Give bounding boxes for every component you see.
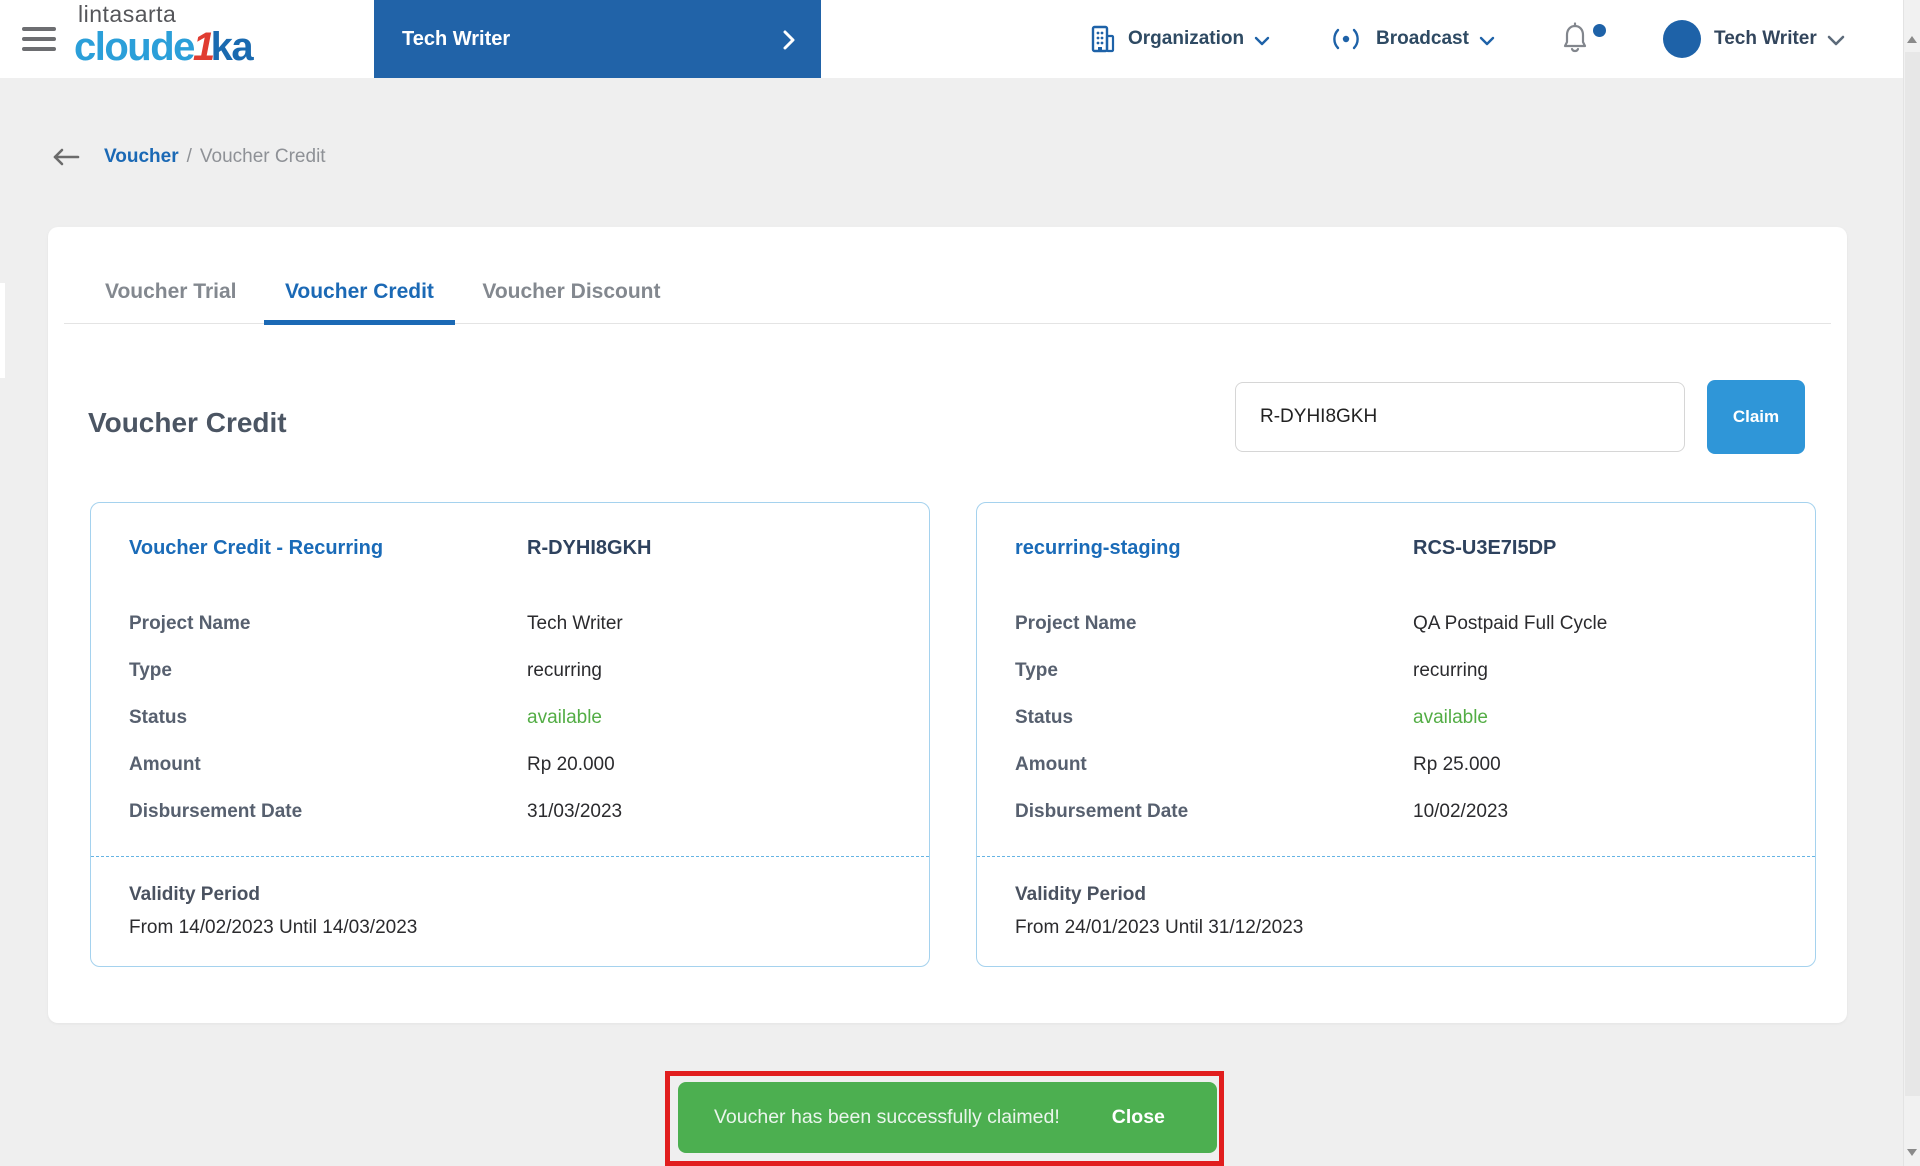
left-edge-strip: [0, 283, 5, 378]
claim-button[interactable]: Claim: [1707, 380, 1805, 454]
voucher-tabs: Voucher Trial Voucher Credit Voucher Dis…: [64, 267, 1831, 324]
field-row: Status available: [91, 707, 929, 733]
notifications-button[interactable]: [1560, 22, 1606, 58]
toast-close-button[interactable]: Close: [1112, 1106, 1165, 1129]
scrollbar-thumb[interactable]: [1905, 52, 1920, 1096]
tab-voucher-credit[interactable]: Voucher Credit: [264, 267, 455, 324]
scroll-down-arrow-icon[interactable]: [1907, 1149, 1917, 1156]
status-value: available: [527, 707, 602, 729]
back-arrow-icon[interactable]: [52, 148, 80, 166]
field-row: Type recurring: [91, 660, 929, 686]
organization-label: Organization: [1128, 28, 1244, 50]
user-menu[interactable]: Tech Writer: [1663, 0, 1845, 78]
field-value: Tech Writer: [527, 613, 623, 635]
logo-cloudeka-part1: cloude: [74, 25, 194, 69]
breadcrumb-link-voucher[interactable]: Voucher: [104, 146, 179, 168]
hamburger-menu-icon[interactable]: [22, 27, 56, 51]
field-value: 31/03/2023: [527, 801, 622, 823]
field-value: recurring: [1413, 660, 1488, 682]
chevron-down-icon: [1479, 36, 1495, 46]
user-name: Tech Writer: [1714, 28, 1817, 50]
organization-dropdown[interactable]: Organization: [1090, 0, 1270, 78]
field-value: Rp 20.000: [527, 754, 615, 776]
broadcast-label: Broadcast: [1376, 28, 1469, 50]
voucher-title: Voucher Credit - Recurring: [129, 537, 383, 560]
top-header: lintasarta cloude1ka Tech Writer Organiz…: [0, 0, 1903, 78]
field-label: Disbursement Date: [129, 801, 302, 823]
chevron-down-icon: [1827, 35, 1845, 46]
validity-label: Validity Period: [129, 884, 260, 906]
page-title: Voucher Credit: [88, 407, 287, 439]
tab-voucher-discount[interactable]: Voucher Discount: [461, 267, 681, 324]
field-value: QA Postpaid Full Cycle: [1413, 613, 1607, 635]
field-row: Amount Rp 25.000: [977, 754, 1815, 780]
voucher-code: RCS-U3E7I5DP: [1413, 537, 1556, 560]
voucher-panel: Voucher Trial Voucher Credit Voucher Dis…: [48, 227, 1847, 1023]
field-label: Project Name: [1015, 613, 1136, 635]
user-avatar: [1663, 20, 1701, 58]
dashed-divider: [977, 856, 1815, 857]
field-row: Type recurring: [977, 660, 1815, 686]
field-row: Project Name Tech Writer: [91, 613, 929, 639]
status-value: available: [1413, 707, 1488, 729]
breadcrumb: Voucher / Voucher Credit: [52, 146, 326, 168]
voucher-code: R-DYHI8GKH: [527, 537, 651, 560]
field-value: 10/02/2023: [1413, 801, 1508, 823]
broadcast-dropdown[interactable]: Broadcast: [1328, 0, 1495, 78]
dashed-divider: [91, 856, 929, 857]
toast-message: Voucher has been successfully claimed!: [714, 1106, 1060, 1129]
field-row: Project Name QA Postpaid Full Cycle: [977, 613, 1815, 639]
bell-icon: [1560, 22, 1590, 54]
field-value: recurring: [527, 660, 602, 682]
field-value: Rp 25.000: [1413, 754, 1501, 776]
field-label: Status: [1015, 707, 1073, 729]
organization-icon: [1090, 24, 1116, 54]
logo-lintasarta-text: lintasarta: [74, 3, 252, 26]
validity-label: Validity Period: [1015, 884, 1146, 906]
field-row: Amount Rp 20.000: [91, 754, 929, 780]
field-row: Disbursement Date 31/03/2023: [91, 801, 929, 827]
tab-voucher-trial[interactable]: Voucher Trial: [84, 267, 258, 324]
chevron-right-icon: [783, 30, 795, 50]
field-row: Status available: [977, 707, 1815, 733]
validity-value: From 14/02/2023 Until 14/03/2023: [129, 917, 417, 939]
voucher-card-recurring: Voucher Credit - Recurring R-DYHI8GKH Pr…: [90, 502, 930, 967]
breadcrumb-current: Voucher Credit: [200, 146, 326, 168]
notification-badge-dot: [1593, 24, 1606, 37]
validity-value: From 24/01/2023 Until 31/12/2023: [1015, 917, 1303, 939]
logo-cloudeka-part2: ka: [211, 25, 253, 69]
cloudeka-logo: lintasarta cloude1ka: [74, 3, 252, 67]
field-label: Type: [129, 660, 172, 682]
voucher-card-recurring-staging: recurring-staging RCS-U3E7I5DP Project N…: [976, 502, 1816, 967]
current-project-label: Tech Writer: [402, 28, 510, 51]
scroll-up-arrow-icon[interactable]: [1907, 36, 1917, 43]
field-label: Project Name: [129, 613, 250, 635]
broadcast-icon: [1328, 26, 1364, 52]
chevron-down-icon: [1254, 36, 1270, 46]
field-label: Type: [1015, 660, 1058, 682]
field-label: Amount: [129, 754, 201, 776]
field-label: Disbursement Date: [1015, 801, 1188, 823]
voucher-title: recurring-staging: [1015, 537, 1181, 560]
breadcrumb-separator: /: [187, 146, 192, 168]
vertical-scrollbar[interactable]: [1903, 0, 1920, 1166]
success-toast: Voucher has been successfully claimed! C…: [678, 1082, 1217, 1153]
voucher-code-input[interactable]: [1235, 382, 1685, 452]
current-project-button[interactable]: Tech Writer: [374, 0, 821, 78]
field-label: Status: [129, 707, 187, 729]
field-row: Disbursement Date 10/02/2023: [977, 801, 1815, 827]
field-label: Amount: [1015, 754, 1087, 776]
